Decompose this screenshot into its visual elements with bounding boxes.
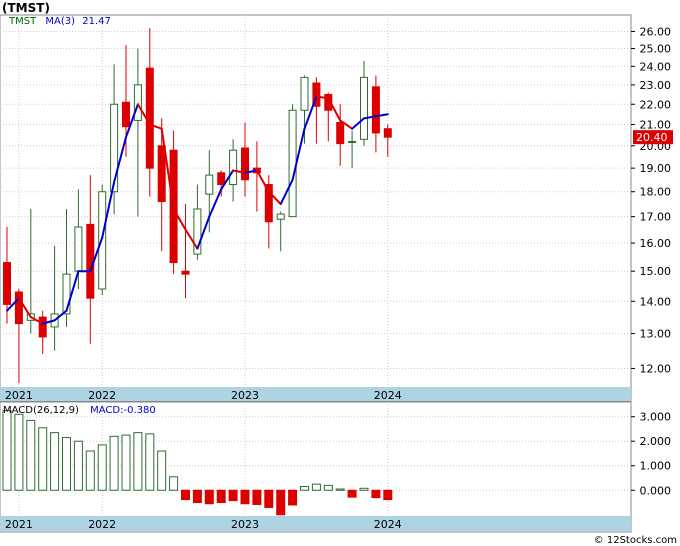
macd-y-tick-label: 1.000 xyxy=(640,460,672,473)
macd-bar-positive xyxy=(38,427,48,491)
macd-bar-negative xyxy=(228,489,238,502)
price-y-tick-label: 22.00 xyxy=(640,98,672,111)
macd-bar-positive xyxy=(311,483,321,491)
macd-x-tick-label: 2024 xyxy=(374,518,402,531)
price-x-tick-label: 2023 xyxy=(231,389,259,402)
legend-ticker: TMST xyxy=(8,16,37,27)
macd-x-tick-label: 2021 xyxy=(5,518,33,531)
candle-body-down xyxy=(145,67,154,169)
candle-body-up xyxy=(133,84,142,121)
price-y-tick-label: 26.00 xyxy=(640,25,672,38)
price-x-tick-label: 2021 xyxy=(5,389,33,402)
chart-stage: (TMST) 12.00 13.00 14.00 15.00 16.00 17.00 18.… xyxy=(0,0,680,546)
price-x-tick-label: 2022 xyxy=(88,389,116,402)
candle-body-up xyxy=(360,76,368,140)
candle-body-down xyxy=(38,316,47,338)
macd-bar-positive xyxy=(109,435,119,491)
macd-bar-positive xyxy=(97,444,107,491)
macd-bar-negative xyxy=(216,489,226,504)
macd-legend-value: MACD:-0.380 xyxy=(90,405,156,416)
price-y-tick-label: 18.00 xyxy=(640,186,672,199)
macd-bar-positive xyxy=(50,432,60,491)
macd-bar-positive xyxy=(85,450,95,491)
page-title: (TMST) xyxy=(2,1,50,15)
price-y-tick-label: 19.00 xyxy=(640,162,672,175)
macd-bar-positive xyxy=(2,410,12,491)
candle-body-down xyxy=(241,147,249,181)
price-y-tick-label: 16.00 xyxy=(640,237,672,250)
macd-bar-positive xyxy=(359,487,369,491)
candle-body-down xyxy=(383,128,392,138)
candle-body-up xyxy=(229,149,238,186)
candle-body-up xyxy=(288,109,297,218)
candle-body-down xyxy=(86,223,95,299)
macd-bar-positive xyxy=(26,419,36,491)
macd-bar-negative xyxy=(264,489,274,508)
macd-bar-negative xyxy=(204,489,214,505)
candle-body-down xyxy=(371,86,380,134)
candle-body-up xyxy=(276,213,285,220)
macd-bar-positive xyxy=(157,450,167,491)
candle-body-down xyxy=(336,121,345,145)
candle-body-down xyxy=(217,172,226,186)
price-y-tick-label: 24.00 xyxy=(640,60,672,73)
price-y-tick-label: 21.00 xyxy=(640,119,672,132)
price-y-tick-label: 17.00 xyxy=(640,211,672,224)
legend-ma-label: MA(3) xyxy=(45,16,75,27)
macd-y-tick-label: 3.000 xyxy=(640,411,672,424)
macd-bar-negative xyxy=(276,489,286,516)
price-y-axis: 12.00 13.00 14.00 15.00 16.00 17.00 18.00 19.00… xyxy=(631,25,671,375)
macd-bar-negative xyxy=(347,489,357,498)
candle-body-up xyxy=(205,174,214,195)
macd-bar-negative xyxy=(240,489,250,505)
macd-legend-label: MACD(26,12,9) xyxy=(3,405,79,416)
macd-bar-negative xyxy=(371,489,381,499)
macd-x-tick-label: 2022 xyxy=(88,518,116,531)
macd-bar-negative xyxy=(288,489,298,506)
candle-body-down xyxy=(3,262,11,305)
price-y-tick-label: 13.00 xyxy=(640,328,672,341)
macd-bar-positive xyxy=(121,434,131,491)
price-y-tick-label: 23.00 xyxy=(640,79,672,92)
macd-bar-positive xyxy=(14,413,24,491)
candle-body-down xyxy=(157,145,166,203)
last-price-label: 20.40 xyxy=(636,131,668,144)
price-panel xyxy=(0,14,632,402)
stock-chart: (TMST) 12.00 13.00 14.00 15.00 16.00 17.00 18.… xyxy=(0,1,677,546)
price-y-tick-label: 15.00 xyxy=(640,265,672,278)
macd-bar-negative xyxy=(383,489,393,501)
price-y-tick-label: 12.00 xyxy=(640,362,672,375)
macd-bar-positive xyxy=(73,440,83,491)
price-y-tick-label: 14.00 xyxy=(640,295,672,308)
macd-bar-positive xyxy=(145,433,155,491)
macd-bar-positive xyxy=(335,488,345,491)
macd-y-tick-label: 2.000 xyxy=(640,435,672,448)
macd-bar-positive xyxy=(169,476,179,491)
svg-text:TMST MA(3) 21.47: TMST MA(3) 21.47 xyxy=(8,16,111,27)
macd-x-tick-label: 2023 xyxy=(231,518,259,531)
svg-text:MACD(26,12,9) MACD:-0.38: MACD(26,12,9) MACD:-0.380 xyxy=(3,405,156,416)
candle-body-down xyxy=(14,291,23,325)
candle-body-up xyxy=(74,226,83,272)
macd-bar-positive xyxy=(133,432,143,491)
macd-bar-negative xyxy=(181,489,190,501)
macd-bar-negative xyxy=(252,489,262,505)
candle-body-up xyxy=(348,140,357,143)
macd-bar-positive xyxy=(62,437,71,491)
candle-body-down xyxy=(181,270,190,275)
price-y-tick-label: 25.00 xyxy=(640,43,672,56)
macd-y-tick-label: 0.000 xyxy=(640,484,672,497)
credit-label: © 12Stocks.com xyxy=(594,535,677,546)
macd-bar-positive xyxy=(323,484,333,491)
macd-bar-negative xyxy=(192,489,202,504)
macd-bar-positive xyxy=(300,486,309,491)
macd-y-axis: 0.000 1.000 2.000 3.000 xyxy=(631,411,672,497)
candle-body-up xyxy=(300,76,309,111)
legend-ma-value: 21.47 xyxy=(82,16,111,27)
price-x-tick-label: 2024 xyxy=(374,389,402,402)
candle-body-down xyxy=(122,101,130,128)
